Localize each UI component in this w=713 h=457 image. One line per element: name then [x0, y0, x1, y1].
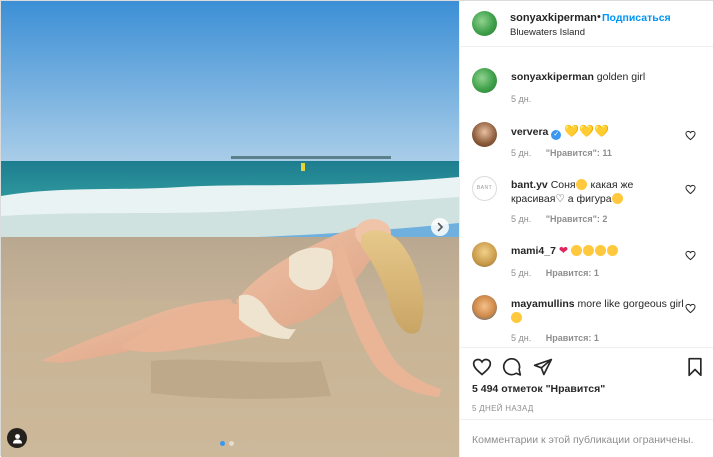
- author-username[interactable]: sonyaxkiperman: [510, 12, 597, 24]
- likes-number: 5 494: [472, 383, 499, 395]
- comment-likes[interactable]: "Нравится": 11: [546, 148, 612, 158]
- heart-outline-icon[interactable]: [685, 184, 696, 195]
- comment-meta: 5 дн.: [511, 94, 543, 104]
- post-side-panel: sonyaxkiperman • Подписаться Bluewaters …: [459, 1, 713, 457]
- comment-likes[interactable]: Нравится: 1: [546, 333, 599, 343]
- instagram-post-modal: sonyaxkiperman • Подписаться Bluewaters …: [0, 0, 713, 457]
- post-photo[interactable]: [1, 1, 459, 457]
- commenter-avatar[interactable]: BANT: [472, 176, 497, 201]
- comment-time: 5 дн.: [511, 333, 532, 343]
- commenter-avatar[interactable]: [472, 242, 497, 267]
- comment-meta: 5 дн. Нравится: 1: [511, 268, 611, 278]
- comments-limited-notice: Комментарии к этой публикации ограничены…: [472, 434, 694, 446]
- heart-outline-icon[interactable]: [685, 130, 696, 141]
- comment-time: 5 дн.: [511, 148, 532, 158]
- comment-meta: 5 дн. Нравится: 1: [511, 333, 611, 343]
- like-heart-icon[interactable]: [472, 357, 492, 377]
- comment-meta: 5 дн. "Нравится": 11: [511, 148, 624, 158]
- commenter-avatar[interactable]: [472, 122, 497, 147]
- post-location[interactable]: Bluewaters Island: [510, 27, 585, 38]
- heart-eyes-emoji-icon: [583, 245, 595, 256]
- follow-button[interactable]: Подписаться: [602, 12, 671, 24]
- carousel-dots: [220, 441, 234, 446]
- comments-closed-area: Комментарии к этой публикации ограничены…: [460, 419, 713, 457]
- next-photo-button[interactable]: [431, 218, 449, 236]
- heart-outline-icon[interactable]: [685, 303, 696, 314]
- comment-username[interactable]: mami4_7: [511, 245, 556, 257]
- comment-text: ververa ✓ 💛💛💛: [511, 124, 686, 140]
- red-heart-emoji-icon: ❤: [558, 245, 569, 257]
- comment-body: 💛💛💛: [564, 124, 610, 138]
- comment-text: sonyaxkiperman golden girl: [511, 70, 686, 84]
- comment-text: bant.yv Соня какая же красивая♡ а фигура: [511, 178, 686, 206]
- white-heart-emoji-icon: ♡: [555, 193, 565, 205]
- comment-username[interactable]: mayamullins: [511, 298, 575, 310]
- carousel-dot: [229, 441, 234, 446]
- comment-username[interactable]: bant.yv: [511, 179, 548, 191]
- separator-dot: •: [597, 11, 601, 23]
- heart-outline-icon[interactable]: [685, 250, 696, 261]
- heart-eyes-emoji-icon: [607, 245, 619, 256]
- comment-likes[interactable]: "Нравится": 2: [546, 214, 608, 224]
- beach-photo: [1, 1, 459, 457]
- comment-body: more like gorgeous girl: [577, 298, 684, 310]
- share-plane-icon[interactable]: [533, 357, 553, 377]
- heart-eyes-emoji-icon: [611, 193, 623, 204]
- tagged-users-button[interactable]: [7, 428, 27, 448]
- comment-body: Соня: [550, 179, 576, 191]
- verified-badge-icon: ✓: [551, 130, 562, 140]
- comment-body-end: а фигура: [564, 193, 612, 205]
- heart-eyes-emoji-icon: [575, 179, 587, 190]
- post-actions: 5 494 отметок "Нравится" 5 ДНЕЙ НАЗАД: [460, 347, 713, 419]
- post-header: sonyaxkiperman • Подписаться Bluewaters …: [460, 1, 713, 47]
- comment-time: 5 дн.: [511, 268, 532, 278]
- comment-body: golden girl: [596, 71, 646, 83]
- heart-eyes-emoji-icon: [595, 245, 607, 256]
- chevron-right-icon: [437, 222, 444, 232]
- comment-likes[interactable]: Нравится: 1: [546, 268, 599, 278]
- zany-face-emoji-icon: [511, 312, 522, 323]
- likes-count[interactable]: 5 494 отметок "Нравится": [472, 383, 605, 395]
- commenter-avatar[interactable]: [472, 68, 497, 93]
- comment-bubble-icon[interactable]: [502, 357, 522, 377]
- comment-meta: 5 дн. "Нравится": 2: [511, 214, 619, 224]
- carousel-dot-active: [220, 441, 225, 446]
- bookmark-icon[interactable]: [686, 357, 704, 377]
- comments-list: sonyaxkiperman golden girl 5 дн. ververa…: [460, 47, 713, 347]
- user-icon: [12, 433, 22, 443]
- author-avatar[interactable]: [472, 11, 497, 36]
- comment-text: mayamullins more like gorgeous girl: [511, 297, 686, 325]
- comment-time: 5 дн.: [511, 94, 532, 104]
- likes-label: "Нравится": [545, 383, 606, 395]
- comment-time: 5 дн.: [511, 214, 532, 224]
- post-timestamp[interactable]: 5 ДНЕЙ НАЗАД: [472, 404, 534, 413]
- comment-username[interactable]: ververa: [511, 126, 548, 138]
- commenter-avatar[interactable]: [472, 295, 497, 320]
- comment-text: mami4_7 ❤: [511, 244, 686, 258]
- heart-eyes-emoji-icon: [571, 245, 583, 256]
- comment-username[interactable]: sonyaxkiperman: [511, 71, 594, 83]
- likes-word: отметок: [501, 383, 543, 395]
